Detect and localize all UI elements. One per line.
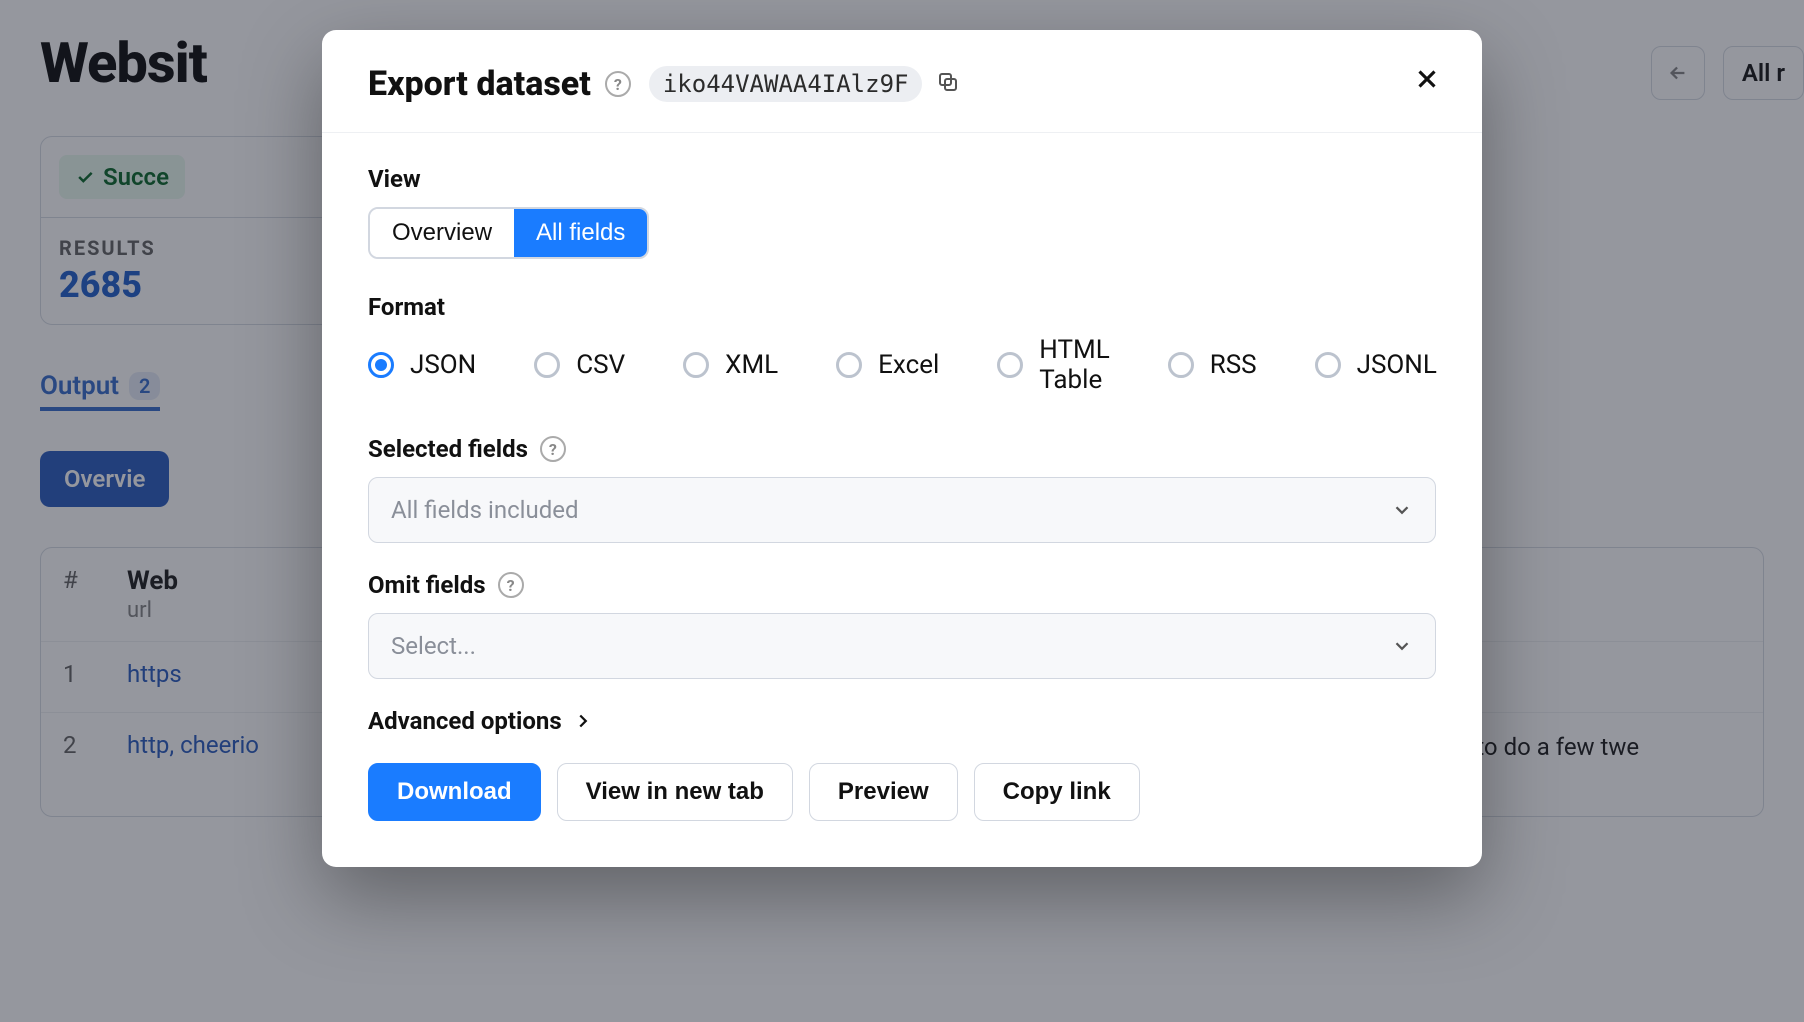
advanced-options-toggle[interactable]: Advanced options [368, 707, 1436, 735]
format-option-jsonl[interactable]: JSONL [1315, 350, 1437, 380]
close-icon [1412, 64, 1442, 94]
chevron-down-icon [1391, 635, 1413, 657]
modal-title: Export dataset [368, 64, 591, 104]
modal-header: Export dataset ? iko44VAWAA4IAlz9F [322, 30, 1482, 133]
format-option-xml[interactable]: XML [683, 350, 778, 380]
dataset-id-badge: iko44VAWAA4IAlz9F [649, 66, 923, 102]
view-option-overview[interactable]: Overview [370, 209, 514, 257]
close-button[interactable] [1412, 64, 1442, 98]
format-option-rss[interactable]: RSS [1168, 350, 1257, 380]
help-icon[interactable]: ? [540, 436, 566, 462]
copy-id-button[interactable] [936, 70, 960, 98]
chevron-right-icon [572, 710, 594, 732]
copy-link-button[interactable]: Copy link [974, 763, 1140, 821]
format-option-html-table[interactable]: HTML Table [997, 335, 1109, 395]
modal-overlay[interactable]: Export dataset ? iko44VAWAA4IAlz9F View … [0, 0, 1804, 1022]
view-label: View [368, 165, 1436, 193]
chevron-down-icon [1391, 499, 1413, 521]
action-buttons: Download View in new tab Preview Copy li… [368, 763, 1436, 821]
format-option-json[interactable]: JSON [368, 350, 476, 380]
download-button[interactable]: Download [368, 763, 541, 821]
preview-button[interactable]: Preview [809, 763, 958, 821]
view-in-new-tab-button[interactable]: View in new tab [557, 763, 793, 821]
format-option-csv[interactable]: CSV [534, 350, 625, 380]
help-icon[interactable]: ? [605, 71, 631, 97]
omit-fields-label: Omit fields ? [368, 571, 1436, 599]
selected-fields-select[interactable]: All fields included [368, 477, 1436, 543]
selected-fields-label: Selected fields ? [368, 435, 1436, 463]
copy-icon [936, 70, 960, 94]
format-label: Format [368, 293, 1436, 321]
help-icon[interactable]: ? [498, 572, 524, 598]
export-dataset-modal: Export dataset ? iko44VAWAA4IAlz9F View … [322, 30, 1482, 867]
view-segmented-control: Overview All fields [368, 207, 649, 259]
format-option-excel[interactable]: Excel [836, 350, 939, 380]
format-radio-group: JSON CSV XML Excel HTML Table [368, 335, 1436, 395]
omit-fields-select[interactable]: Select... [368, 613, 1436, 679]
view-option-all-fields[interactable]: All fields [514, 209, 647, 257]
